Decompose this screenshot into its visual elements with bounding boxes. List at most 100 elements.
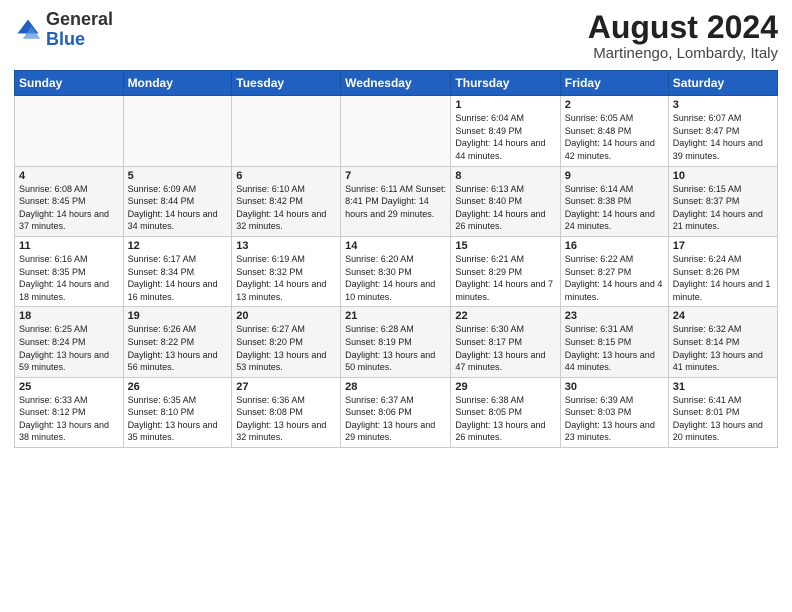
day-cell-w5-d5: 29Sunrise: 6:38 AM Sunset: 8:05 PM Dayli… xyxy=(451,377,560,447)
day-cell-w5-d2: 26Sunrise: 6:35 AM Sunset: 8:10 PM Dayli… xyxy=(123,377,232,447)
day-info-28: Sunrise: 6:37 AM Sunset: 8:06 PM Dayligh… xyxy=(345,394,446,444)
week-row-4: 18Sunrise: 6:25 AM Sunset: 8:24 PM Dayli… xyxy=(15,307,778,377)
day-cell-w1-d7: 3Sunrise: 6:07 AM Sunset: 8:47 PM Daylig… xyxy=(668,96,777,166)
day-info-13: Sunrise: 6:19 AM Sunset: 8:32 PM Dayligh… xyxy=(236,253,336,303)
day-info-31: Sunrise: 6:41 AM Sunset: 8:01 PM Dayligh… xyxy=(673,394,773,444)
day-cell-w5-d7: 31Sunrise: 6:41 AM Sunset: 8:01 PM Dayli… xyxy=(668,377,777,447)
day-number-25: 25 xyxy=(19,381,119,393)
day-info-21: Sunrise: 6:28 AM Sunset: 8:19 PM Dayligh… xyxy=(345,323,446,373)
day-cell-w5-d1: 25Sunrise: 6:33 AM Sunset: 8:12 PM Dayli… xyxy=(15,377,124,447)
day-info-30: Sunrise: 6:39 AM Sunset: 8:03 PM Dayligh… xyxy=(565,394,664,444)
day-cell-w4-d3: 20Sunrise: 6:27 AM Sunset: 8:20 PM Dayli… xyxy=(232,307,341,377)
day-info-23: Sunrise: 6:31 AM Sunset: 8:15 PM Dayligh… xyxy=(565,323,664,373)
day-info-1: Sunrise: 6:04 AM Sunset: 8:49 PM Dayligh… xyxy=(455,112,555,162)
day-number-8: 8 xyxy=(455,170,555,182)
header-thursday: Thursday xyxy=(451,71,560,96)
day-number-21: 21 xyxy=(345,310,446,322)
day-number-28: 28 xyxy=(345,381,446,393)
day-info-3: Sunrise: 6:07 AM Sunset: 8:47 PM Dayligh… xyxy=(673,112,773,162)
day-info-8: Sunrise: 6:13 AM Sunset: 8:40 PM Dayligh… xyxy=(455,183,555,233)
day-cell-w2-d2: 5Sunrise: 6:09 AM Sunset: 8:44 PM Daylig… xyxy=(123,166,232,236)
week-row-1: 1Sunrise: 6:04 AM Sunset: 8:49 PM Daylig… xyxy=(15,96,778,166)
day-number-16: 16 xyxy=(565,240,664,252)
day-info-29: Sunrise: 6:38 AM Sunset: 8:05 PM Dayligh… xyxy=(455,394,555,444)
day-info-25: Sunrise: 6:33 AM Sunset: 8:12 PM Dayligh… xyxy=(19,394,119,444)
page: General Blue August 2024 Martinengo, Lom… xyxy=(0,0,792,612)
logo-blue: Blue xyxy=(46,29,85,49)
day-cell-w3-d1: 11Sunrise: 6:16 AM Sunset: 8:35 PM Dayli… xyxy=(15,236,124,306)
week-row-2: 4Sunrise: 6:08 AM Sunset: 8:45 PM Daylig… xyxy=(15,166,778,236)
day-info-14: Sunrise: 6:20 AM Sunset: 8:30 PM Dayligh… xyxy=(345,253,446,303)
day-number-27: 27 xyxy=(236,381,336,393)
day-info-22: Sunrise: 6:30 AM Sunset: 8:17 PM Dayligh… xyxy=(455,323,555,373)
day-number-24: 24 xyxy=(673,310,773,322)
day-cell-w1-d5: 1Sunrise: 6:04 AM Sunset: 8:49 PM Daylig… xyxy=(451,96,560,166)
day-number-22: 22 xyxy=(455,310,555,322)
day-number-20: 20 xyxy=(236,310,336,322)
day-info-4: Sunrise: 6:08 AM Sunset: 8:45 PM Dayligh… xyxy=(19,183,119,233)
day-cell-w3-d4: 14Sunrise: 6:20 AM Sunset: 8:30 PM Dayli… xyxy=(341,236,451,306)
day-number-31: 31 xyxy=(673,381,773,393)
day-number-9: 9 xyxy=(565,170,664,182)
day-info-18: Sunrise: 6:25 AM Sunset: 8:24 PM Dayligh… xyxy=(19,323,119,373)
day-info-5: Sunrise: 6:09 AM Sunset: 8:44 PM Dayligh… xyxy=(128,183,228,233)
calendar: Sunday Monday Tuesday Wednesday Thursday… xyxy=(14,70,778,448)
day-cell-w2-d4: 7Sunrise: 6:11 AM Sunset: 8:41 PM Daylig… xyxy=(341,166,451,236)
day-number-14: 14 xyxy=(345,240,446,252)
day-cell-w5-d3: 27Sunrise: 6:36 AM Sunset: 8:08 PM Dayli… xyxy=(232,377,341,447)
day-info-26: Sunrise: 6:35 AM Sunset: 8:10 PM Dayligh… xyxy=(128,394,228,444)
day-number-12: 12 xyxy=(128,240,228,252)
day-number-15: 15 xyxy=(455,240,555,252)
logo-icon xyxy=(14,16,42,44)
day-cell-w1-d3 xyxy=(232,96,341,166)
day-number-10: 10 xyxy=(673,170,773,182)
day-info-15: Sunrise: 6:21 AM Sunset: 8:29 PM Dayligh… xyxy=(455,253,555,303)
day-info-7: Sunrise: 6:11 AM Sunset: 8:41 PM Dayligh… xyxy=(345,183,446,221)
day-info-6: Sunrise: 6:10 AM Sunset: 8:42 PM Dayligh… xyxy=(236,183,336,233)
header-monday: Monday xyxy=(123,71,232,96)
day-info-10: Sunrise: 6:15 AM Sunset: 8:37 PM Dayligh… xyxy=(673,183,773,233)
day-info-12: Sunrise: 6:17 AM Sunset: 8:34 PM Dayligh… xyxy=(128,253,228,303)
day-cell-w1-d4 xyxy=(341,96,451,166)
day-cell-w4-d7: 24Sunrise: 6:32 AM Sunset: 8:14 PM Dayli… xyxy=(668,307,777,377)
day-cell-w3-d6: 16Sunrise: 6:22 AM Sunset: 8:27 PM Dayli… xyxy=(560,236,668,306)
day-number-23: 23 xyxy=(565,310,664,322)
day-cell-w4-d6: 23Sunrise: 6:31 AM Sunset: 8:15 PM Dayli… xyxy=(560,307,668,377)
day-number-11: 11 xyxy=(19,240,119,252)
day-cell-w4-d4: 21Sunrise: 6:28 AM Sunset: 8:19 PM Dayli… xyxy=(341,307,451,377)
day-cell-w4-d5: 22Sunrise: 6:30 AM Sunset: 8:17 PM Dayli… xyxy=(451,307,560,377)
day-cell-w3-d7: 17Sunrise: 6:24 AM Sunset: 8:26 PM Dayli… xyxy=(668,236,777,306)
day-info-27: Sunrise: 6:36 AM Sunset: 8:08 PM Dayligh… xyxy=(236,394,336,444)
header: General Blue August 2024 Martinengo, Lom… xyxy=(14,10,778,62)
day-number-2: 2 xyxy=(565,99,664,111)
day-number-3: 3 xyxy=(673,99,773,111)
day-cell-w2-d1: 4Sunrise: 6:08 AM Sunset: 8:45 PM Daylig… xyxy=(15,166,124,236)
day-cell-w1-d6: 2Sunrise: 6:05 AM Sunset: 8:48 PM Daylig… xyxy=(560,96,668,166)
day-info-20: Sunrise: 6:27 AM Sunset: 8:20 PM Dayligh… xyxy=(236,323,336,373)
day-number-4: 4 xyxy=(19,170,119,182)
day-cell-w1-d1 xyxy=(15,96,124,166)
day-info-2: Sunrise: 6:05 AM Sunset: 8:48 PM Dayligh… xyxy=(565,112,664,162)
day-cell-w3-d2: 12Sunrise: 6:17 AM Sunset: 8:34 PM Dayli… xyxy=(123,236,232,306)
header-saturday: Saturday xyxy=(668,71,777,96)
day-number-29: 29 xyxy=(455,381,555,393)
day-number-1: 1 xyxy=(455,99,555,111)
location: Martinengo, Lombardy, Italy xyxy=(588,45,778,62)
header-friday: Friday xyxy=(560,71,668,96)
day-number-18: 18 xyxy=(19,310,119,322)
day-cell-w2-d6: 9Sunrise: 6:14 AM Sunset: 8:38 PM Daylig… xyxy=(560,166,668,236)
month-year: August 2024 xyxy=(588,10,778,45)
day-number-26: 26 xyxy=(128,381,228,393)
header-wednesday: Wednesday xyxy=(341,71,451,96)
day-info-11: Sunrise: 6:16 AM Sunset: 8:35 PM Dayligh… xyxy=(19,253,119,303)
day-number-7: 7 xyxy=(345,170,446,182)
day-cell-w4-d1: 18Sunrise: 6:25 AM Sunset: 8:24 PM Dayli… xyxy=(15,307,124,377)
day-number-19: 19 xyxy=(128,310,228,322)
day-number-6: 6 xyxy=(236,170,336,182)
day-info-24: Sunrise: 6:32 AM Sunset: 8:14 PM Dayligh… xyxy=(673,323,773,373)
header-sunday: Sunday xyxy=(15,71,124,96)
day-cell-w3-d5: 15Sunrise: 6:21 AM Sunset: 8:29 PM Dayli… xyxy=(451,236,560,306)
day-cell-w2-d7: 10Sunrise: 6:15 AM Sunset: 8:37 PM Dayli… xyxy=(668,166,777,236)
logo: General Blue xyxy=(14,10,113,50)
day-info-16: Sunrise: 6:22 AM Sunset: 8:27 PM Dayligh… xyxy=(565,253,664,303)
